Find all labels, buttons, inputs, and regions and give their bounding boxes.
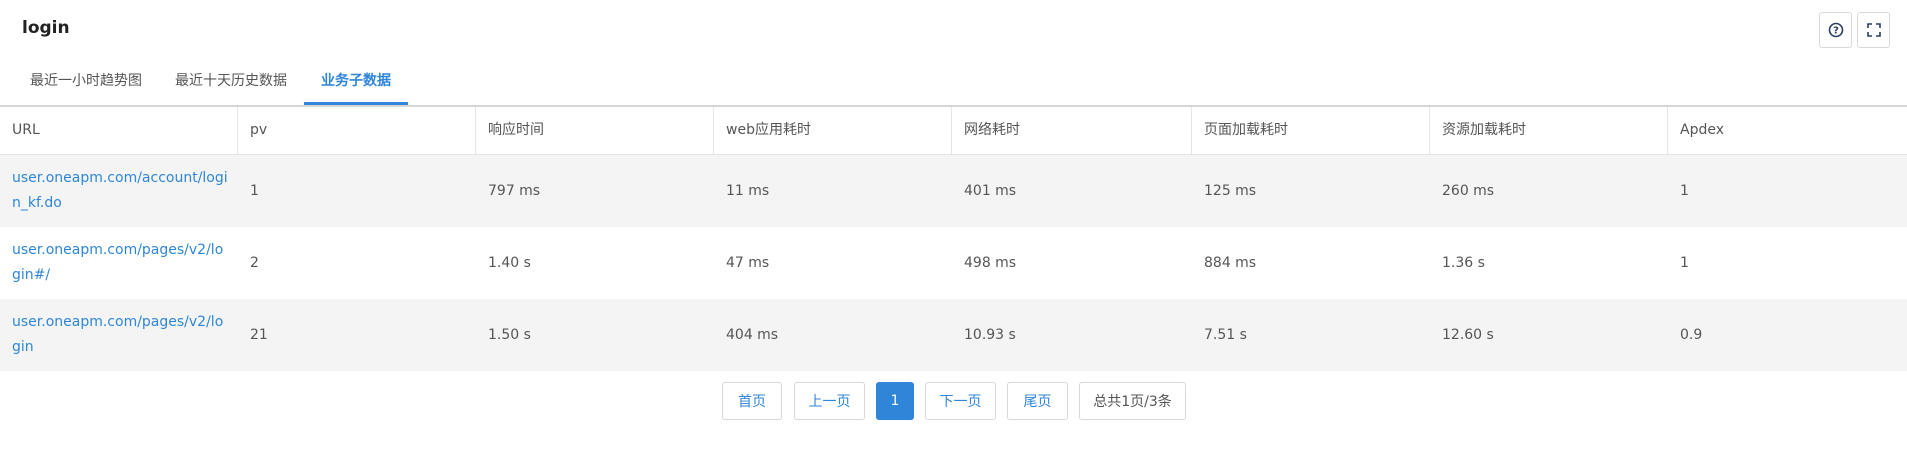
page-number-button[interactable]: 1 [876, 382, 914, 420]
response-time-cell: 797 ms [488, 183, 541, 199]
fullscreen-button[interactable] [1857, 12, 1890, 48]
tab-last-hour-trend[interactable]: 最近一小时趋势图 [30, 56, 142, 106]
pv-cell: 1 [250, 183, 259, 199]
column-header-page-load-time[interactable]: 页面加载耗时 [1192, 107, 1430, 154]
page-title: login [22, 18, 70, 38]
pagination: 首页 上一页 1 下一页 尾页 总共1页/3条 [0, 382, 1907, 420]
tab-bar: 最近一小时趋势图 最近十天历史数据 业务子数据 [0, 56, 1907, 107]
page-load-time-cell: 884 ms [1204, 255, 1257, 271]
page-load-time-cell: 7.51 s [1204, 327, 1247, 343]
first-page-button[interactable]: 首页 [722, 382, 782, 420]
network-time-cell: 498 ms [964, 255, 1017, 271]
page-load-time-cell: 125 ms [1204, 183, 1257, 199]
apdex-cell: 1 [1680, 255, 1689, 271]
pv-cell: 2 [250, 255, 259, 271]
page-header: login ? [0, 0, 1907, 56]
svg-text:?: ? [1833, 26, 1839, 37]
tab-last-ten-days-history[interactable]: 最近十天历史数据 [175, 56, 287, 106]
prev-page-button[interactable]: 上一页 [794, 382, 865, 420]
table-header: URL pv 响应时间 web应用耗时 网络耗时 页面加载耗时 资源加载耗时 A… [0, 107, 1907, 155]
pagination-summary: 总共1页/3条 [1079, 382, 1186, 420]
resource-load-time-cell: 260 ms [1442, 183, 1495, 199]
tab-business-sub-data[interactable]: 业务子数据 [321, 56, 391, 106]
web-app-time-cell: 11 ms [726, 183, 770, 199]
response-time-cell: 1.40 s [488, 255, 531, 271]
table-row: user.oneapm.com/pages/v2/login#/ 2 1.40 … [0, 227, 1907, 299]
web-app-time-cell: 47 ms [726, 255, 770, 271]
column-header-response-time[interactable]: 响应时间 [476, 107, 714, 154]
column-header-url[interactable]: URL [0, 107, 238, 154]
web-app-time-cell: 404 ms [726, 327, 779, 343]
column-header-pv[interactable]: pv [238, 107, 476, 154]
url-link[interactable]: user.oneapm.com/pages/v2/login#/ [0, 227, 238, 299]
help-button[interactable]: ? [1819, 12, 1852, 48]
network-time-cell: 401 ms [964, 183, 1017, 199]
fullscreen-icon [1866, 23, 1881, 37]
column-header-resource-load-time[interactable]: 资源加载耗时 [1430, 107, 1668, 154]
column-header-network-time[interactable]: 网络耗时 [952, 107, 1192, 154]
table-row: user.oneapm.com/account/login_kf.do 1 79… [0, 155, 1907, 227]
column-header-apdex[interactable]: Apdex [1668, 107, 1907, 154]
table-row: user.oneapm.com/pages/v2/login 21 1.50 s… [0, 299, 1907, 371]
last-page-button[interactable]: 尾页 [1007, 382, 1068, 420]
apdex-cell: 0.9 [1680, 327, 1703, 343]
next-page-button[interactable]: 下一页 [925, 382, 996, 420]
apdex-cell: 1 [1680, 183, 1689, 199]
business-data-table: URL pv 响应时间 web应用耗时 网络耗时 页面加载耗时 资源加载耗时 A… [0, 107, 1907, 371]
network-time-cell: 10.93 s [964, 327, 1016, 343]
pv-cell: 21 [250, 327, 268, 343]
question-circle-icon: ? [1828, 22, 1843, 38]
response-time-cell: 1.50 s [488, 327, 531, 343]
resource-load-time-cell: 1.36 s [1442, 255, 1485, 271]
url-link[interactable]: user.oneapm.com/pages/v2/login [0, 299, 238, 371]
resource-load-time-cell: 12.60 s [1442, 327, 1494, 343]
url-link[interactable]: user.oneapm.com/account/login_kf.do [0, 155, 238, 227]
column-header-web-app-time[interactable]: web应用耗时 [714, 107, 952, 154]
